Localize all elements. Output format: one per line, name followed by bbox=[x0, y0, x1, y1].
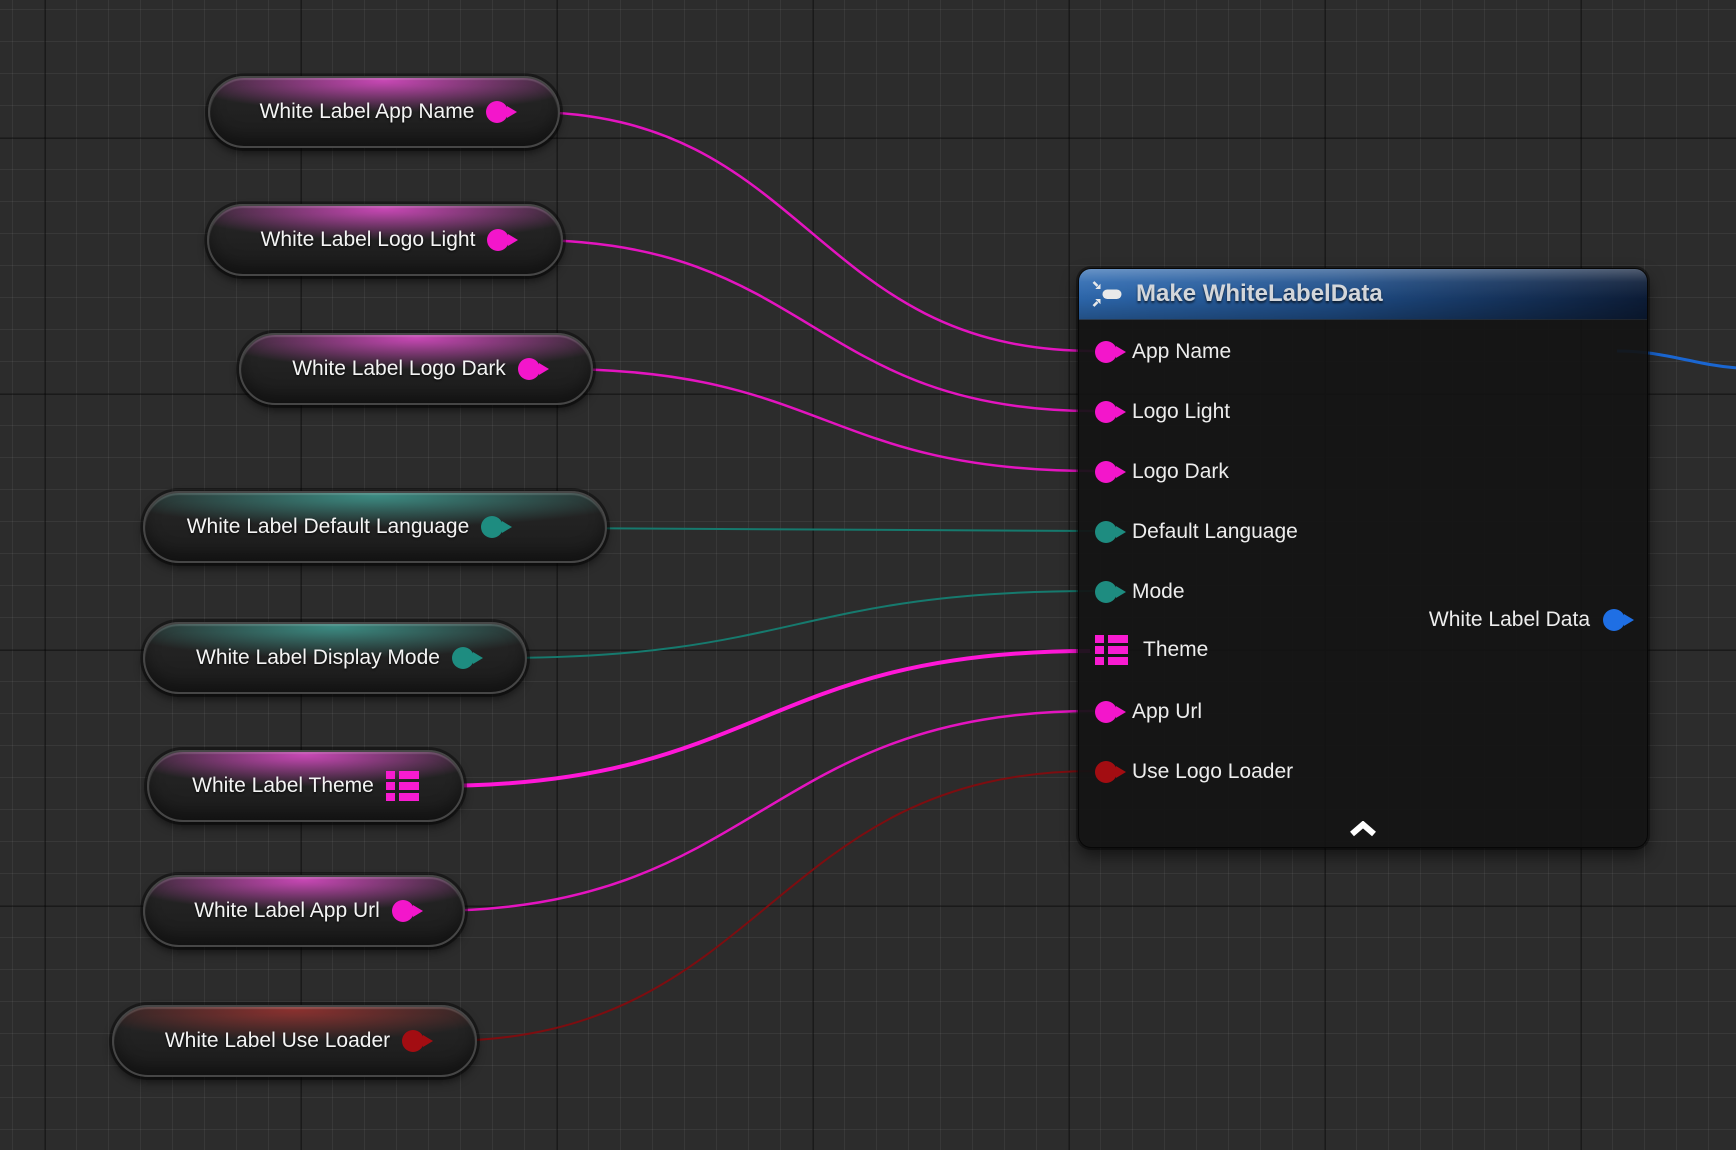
bool-output-pin[interactable] bbox=[402, 1030, 424, 1052]
pin-row-logo-light: Logo Light bbox=[1095, 399, 1230, 425]
pin-row-white-label-data: White Label Data bbox=[1429, 607, 1625, 633]
node-get-white-label-app-name[interactable]: White Label App Name bbox=[208, 76, 560, 148]
pin-row-use-logo-loader: Use Logo Loader bbox=[1095, 759, 1293, 785]
pin-row-default-language: Default Language bbox=[1095, 519, 1298, 545]
node-label: White Label App Name bbox=[260, 100, 475, 124]
node-label: White Label Logo Light bbox=[261, 228, 476, 252]
string-input-pin[interactable] bbox=[1095, 461, 1117, 483]
string-output-pin[interactable] bbox=[392, 900, 414, 922]
wire-logo-dark[interactable] bbox=[556, 369, 1094, 471]
node-get-white-label-use-loader[interactable]: White Label Use Loader bbox=[112, 1005, 477, 1077]
node-get-white-label-default-language[interactable]: White Label Default Language bbox=[143, 491, 607, 563]
node-label: White Label Theme bbox=[192, 774, 374, 798]
enum-output-pin[interactable] bbox=[481, 516, 503, 538]
chevron-up-icon bbox=[1348, 821, 1378, 837]
pin-row-mode: Mode bbox=[1095, 579, 1185, 605]
string-output-pin[interactable] bbox=[487, 229, 509, 251]
enum-input-pin[interactable] bbox=[1095, 581, 1117, 603]
wire-default-language[interactable] bbox=[541, 528, 1094, 531]
node-get-white-label-theme[interactable]: White Label Theme bbox=[147, 750, 464, 822]
node-make-whitelabeldata[interactable]: Make WhiteLabelData App Name Logo Light … bbox=[1078, 268, 1648, 848]
pin-label: App Url bbox=[1132, 700, 1202, 724]
pin-row-theme: Theme bbox=[1095, 637, 1208, 663]
enum-input-pin[interactable] bbox=[1095, 521, 1117, 543]
pin-label: Default Language bbox=[1132, 520, 1298, 544]
node-get-white-label-app-url[interactable]: White Label App Url bbox=[143, 875, 465, 947]
enum-output-pin[interactable] bbox=[452, 647, 474, 669]
node-get-white-label-display-mode[interactable]: White Label Display Mode bbox=[143, 622, 527, 694]
pin-label: Logo Light bbox=[1132, 400, 1230, 424]
pin-row-app-url: App Url bbox=[1095, 699, 1202, 725]
wire-logo-light[interactable] bbox=[529, 240, 1094, 411]
collapse-button[interactable] bbox=[1346, 819, 1380, 839]
node-label: White Label Display Mode bbox=[196, 646, 440, 670]
node-header: Make WhiteLabelData bbox=[1079, 269, 1647, 320]
pin-label: App Name bbox=[1132, 340, 1231, 364]
struct-output-pin[interactable] bbox=[386, 771, 419, 801]
make-struct-icon bbox=[1091, 279, 1123, 309]
node-title: Make WhiteLabelData bbox=[1136, 280, 1383, 308]
pin-row-app-name: App Name bbox=[1095, 339, 1231, 365]
node-label: White Label Logo Dark bbox=[292, 357, 506, 381]
string-input-pin[interactable] bbox=[1095, 701, 1117, 723]
struct-output-pin[interactable] bbox=[1603, 609, 1625, 631]
node-get-white-label-logo-dark[interactable]: White Label Logo Dark bbox=[239, 333, 593, 405]
wire-use-logo-loader[interactable] bbox=[442, 771, 1094, 1041]
wire-mode[interactable] bbox=[499, 591, 1094, 658]
wire-app-url[interactable] bbox=[429, 711, 1094, 911]
node-label: White Label App Url bbox=[194, 899, 380, 923]
node-get-white-label-logo-light[interactable]: White Label Logo Light bbox=[207, 204, 563, 276]
string-output-pin[interactable] bbox=[518, 358, 540, 380]
pin-label: Use Logo Loader bbox=[1132, 760, 1293, 784]
pin-label: Theme bbox=[1143, 638, 1208, 662]
pin-label: Logo Dark bbox=[1132, 460, 1229, 484]
wire-app-name[interactable] bbox=[527, 112, 1094, 351]
node-label: White Label Default Language bbox=[187, 515, 470, 539]
pin-row-logo-dark: Logo Dark bbox=[1095, 459, 1229, 485]
pin-label: Mode bbox=[1132, 580, 1185, 604]
string-output-pin[interactable] bbox=[486, 101, 508, 123]
struct-input-pin[interactable] bbox=[1095, 635, 1128, 665]
node-label: White Label Use Loader bbox=[165, 1029, 390, 1053]
string-input-pin[interactable] bbox=[1095, 341, 1117, 363]
bool-input-pin[interactable] bbox=[1095, 761, 1117, 783]
string-input-pin[interactable] bbox=[1095, 401, 1117, 423]
pin-label: White Label Data bbox=[1429, 608, 1590, 632]
blueprint-canvas[interactable]: White Label App Name White Label Logo Li… bbox=[0, 0, 1736, 1150]
